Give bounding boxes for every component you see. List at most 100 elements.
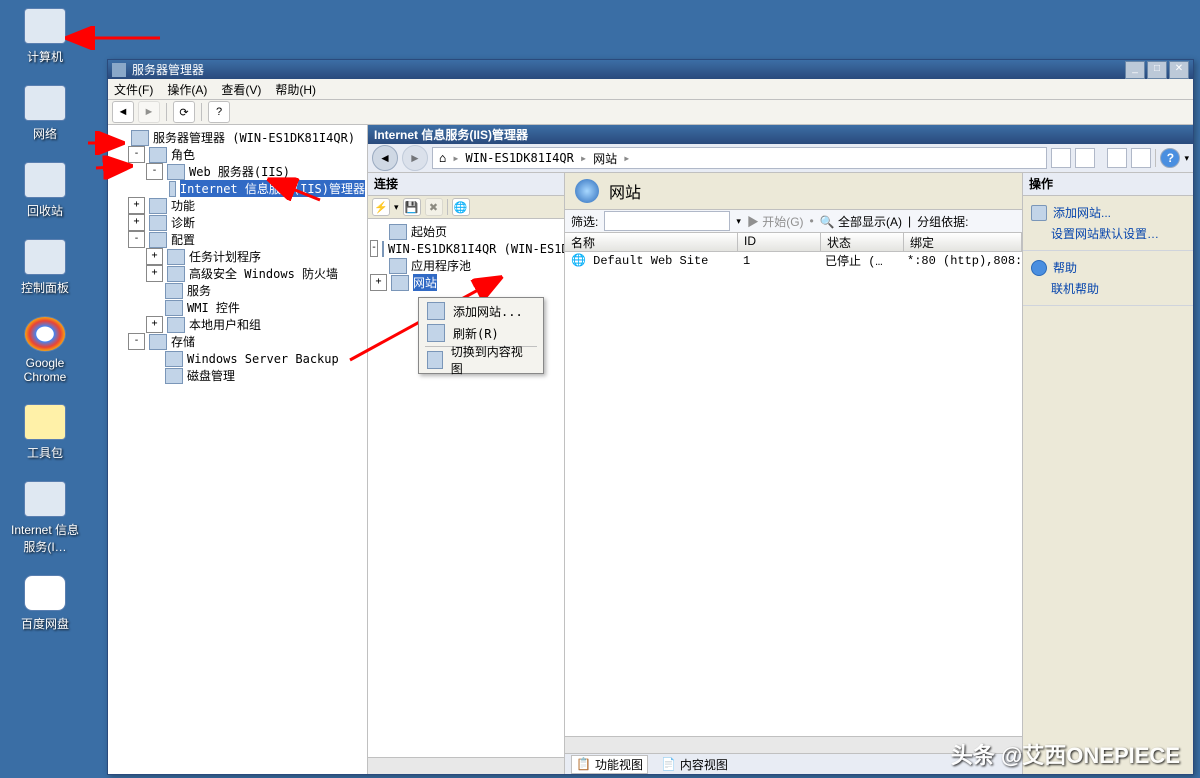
view-icon bbox=[427, 351, 443, 369]
filter-input[interactable] bbox=[604, 211, 730, 231]
tree-node[interactable]: -配置 bbox=[110, 231, 365, 248]
action-online-help[interactable]: 联机帮助 bbox=[1031, 278, 1185, 299]
window-titlebar[interactable]: 服务器管理器 _ □ ✕ bbox=[108, 60, 1193, 79]
connections-pane: 连接 ⚡ ▾ 💾 ✖ 🌐 起始页-WIN-ES1DK81I4QR (WIN-ES… bbox=[368, 173, 565, 774]
menu-help[interactable]: 帮助(H) bbox=[275, 81, 316, 98]
groupby-label: 分组依据: bbox=[917, 213, 968, 230]
actions-header: 操作 bbox=[1023, 173, 1193, 196]
tree-node[interactable]: +任务计划程序 bbox=[110, 248, 365, 265]
sites-list[interactable]: 🌐 Default Web Site1已停止 (…*:80 (http),808… bbox=[565, 252, 1022, 736]
conn-tree-node[interactable]: 起始页 bbox=[370, 223, 562, 240]
conn-tree-node[interactable]: 应用程序池 bbox=[370, 257, 562, 274]
conn-save-icon[interactable]: 💾 bbox=[403, 198, 421, 216]
iis-nav: ◄ ► ⌂▸ WIN-ES1DK81I4QR▸ 网站▸ ? ▾ bbox=[368, 144, 1193, 173]
conn-sites-icon[interactable]: 🌐 bbox=[452, 198, 470, 216]
features-view-button[interactable]: 📋 功能视图 bbox=[571, 755, 648, 774]
desktop-icon-recyclebin[interactable]: 回收站 bbox=[10, 162, 80, 219]
conn-connect-icon[interactable]: ⚡ bbox=[372, 198, 390, 216]
desktop-icon-controlpanel[interactable]: 控制面板 bbox=[10, 239, 80, 296]
ctx-item[interactable]: 刷新(R) bbox=[421, 322, 541, 344]
scrollbar-h[interactable] bbox=[368, 757, 564, 774]
menu-file[interactable]: 文件(F) bbox=[114, 81, 153, 98]
tree-node[interactable]: 服务 bbox=[110, 282, 365, 299]
tree-node[interactable]: Windows Server Backup bbox=[110, 350, 365, 367]
tree-node[interactable]: +诊断 bbox=[110, 214, 365, 231]
window-title: 服务器管理器 bbox=[132, 61, 204, 78]
tree-node[interactable]: +功能 bbox=[110, 197, 365, 214]
server-manager-tree[interactable]: 服务器管理器 (WIN-ES1DK81I4QR)-角色-Web 服务器(IIS)… bbox=[108, 125, 368, 774]
help-icon[interactable]: ? bbox=[208, 101, 230, 123]
nav-back-button[interactable]: ◄ bbox=[372, 145, 398, 171]
back-button[interactable]: ◄ bbox=[112, 101, 134, 123]
col-id[interactable]: ID bbox=[738, 233, 821, 251]
desktop-icon-toolkit[interactable]: 工具包 bbox=[10, 404, 80, 461]
content-pane: 网站 筛选: ▾ ▶ 开始(G) • 🔍 全部显示(A) | 分组依据: 名称 bbox=[565, 173, 1023, 774]
ctx-item[interactable]: 切换到内容视图 bbox=[421, 349, 541, 371]
site-row[interactable]: 🌐 Default Web Site1已停止 (…*:80 (http),808… bbox=[565, 252, 1022, 269]
desktop-icons: 计算机 网络 回收站 控制面板 Google Chrome 工具包 Intern… bbox=[10, 8, 80, 632]
conn-tree-node[interactable]: +网站 bbox=[370, 274, 562, 291]
list-header[interactable]: 名称 ID 状态 绑定 bbox=[565, 233, 1022, 252]
nav-stop-icon[interactable] bbox=[1075, 148, 1095, 168]
nav-refresh-icon[interactable] bbox=[1051, 148, 1071, 168]
nav-settings-icon[interactable] bbox=[1131, 148, 1151, 168]
desktop-icon-iis[interactable]: Internet 信息服务(I… bbox=[10, 481, 80, 555]
breadcrumb[interactable]: ⌂▸ WIN-ES1DK81I4QR▸ 网站▸ bbox=[432, 147, 1047, 169]
desktop-icon-network[interactable]: 网络 bbox=[10, 85, 80, 142]
help-icon bbox=[1031, 260, 1047, 276]
forward-button[interactable]: ► bbox=[138, 101, 160, 123]
minimize-button[interactable]: _ bbox=[1125, 61, 1145, 79]
content-view-button[interactable]: 📄 内容视图 bbox=[656, 755, 733, 774]
menu-view[interactable]: 查看(V) bbox=[221, 81, 261, 98]
desktop-icon-chrome[interactable]: Google Chrome bbox=[10, 316, 80, 384]
refresh-icon bbox=[427, 324, 445, 342]
context-menu: 添加网站...刷新(R) 切换到内容视图 bbox=[418, 297, 544, 374]
conn-tree-node[interactable]: -WIN-ES1DK81I4QR (WIN-ES1DK81I4… bbox=[370, 240, 562, 257]
refresh-icon[interactable]: ⟳ bbox=[173, 101, 195, 123]
connections-tree[interactable]: 起始页-WIN-ES1DK81I4QR (WIN-ES1DK81I4…应用程序池… bbox=[368, 219, 564, 757]
desktop-icon-baidupan[interactable]: 百度网盘 bbox=[10, 575, 80, 632]
actions-pane: 操作 添加网站... 设置网站默认设置… 帮助 联机帮助 bbox=[1023, 173, 1193, 774]
tree-node[interactable]: 服务器管理器 (WIN-ES1DK81I4QR) bbox=[110, 129, 365, 146]
toolbar: ◄ ► ⟳ ? bbox=[108, 100, 1193, 125]
nav-home-icon[interactable] bbox=[1107, 148, 1127, 168]
action-add-site[interactable]: 添加网站... bbox=[1031, 202, 1185, 223]
close-button[interactable]: ✕ bbox=[1169, 61, 1189, 79]
help-icon[interactable]: ? bbox=[1160, 148, 1180, 168]
action-help[interactable]: 帮助 bbox=[1031, 257, 1185, 278]
tree-node[interactable]: -存储 bbox=[110, 333, 365, 350]
globe-icon bbox=[427, 302, 445, 320]
content-title: 网站 bbox=[609, 179, 641, 203]
action-set-defaults[interactable]: 设置网站默认设置… bbox=[1031, 223, 1185, 244]
tree-node[interactable]: -Web 服务器(IIS) bbox=[110, 163, 365, 180]
col-binding[interactable]: 绑定 bbox=[904, 233, 1022, 251]
filter-label: 筛选: bbox=[571, 213, 598, 230]
col-status[interactable]: 状态 bbox=[821, 233, 904, 251]
globe-icon bbox=[1031, 205, 1047, 221]
tree-node[interactable]: WMI 控件 bbox=[110, 299, 365, 316]
tree-node[interactable]: 磁盘管理 bbox=[110, 367, 365, 384]
iis-manager: Internet 信息服务(IIS)管理器 ◄ ► ⌂▸ WIN-ES1DK81… bbox=[368, 125, 1193, 774]
watermark: 头条 @艾西ONEPIECE bbox=[951, 738, 1180, 770]
nav-forward-button[interactable]: ► bbox=[402, 145, 428, 171]
tree-node[interactable]: +高级安全 Windows 防火墙 bbox=[110, 265, 365, 282]
desktop-icon-computer[interactable]: 计算机 bbox=[10, 8, 80, 65]
app-icon bbox=[112, 63, 126, 77]
iis-title: Internet 信息服务(IIS)管理器 bbox=[368, 125, 1193, 144]
tree-node[interactable]: Internet 信息服务(IIS)管理器 bbox=[110, 180, 365, 197]
maximize-button[interactable]: □ bbox=[1147, 61, 1167, 79]
showall-button[interactable]: 🔍 全部显示(A) bbox=[820, 213, 902, 230]
home-icon[interactable]: ⌂ bbox=[439, 151, 446, 165]
connections-header: 连接 bbox=[368, 173, 564, 196]
ctx-item[interactable]: 添加网站... bbox=[421, 300, 541, 322]
filter-row: 筛选: ▾ ▶ 开始(G) • 🔍 全部显示(A) | 分组依据: bbox=[565, 209, 1022, 233]
start-button[interactable]: ▶ 开始(G) bbox=[747, 213, 804, 230]
menu-action[interactable]: 操作(A) bbox=[167, 81, 207, 98]
tree-node[interactable]: -角色 bbox=[110, 146, 365, 163]
col-name[interactable]: 名称 bbox=[565, 233, 738, 251]
sites-icon bbox=[575, 179, 599, 203]
connections-toolbar: ⚡ ▾ 💾 ✖ 🌐 bbox=[368, 196, 564, 219]
tree-node[interactable]: +本地用户和组 bbox=[110, 316, 365, 333]
conn-delete-icon[interactable]: ✖ bbox=[425, 198, 443, 216]
content-header: 网站 bbox=[565, 173, 1022, 209]
